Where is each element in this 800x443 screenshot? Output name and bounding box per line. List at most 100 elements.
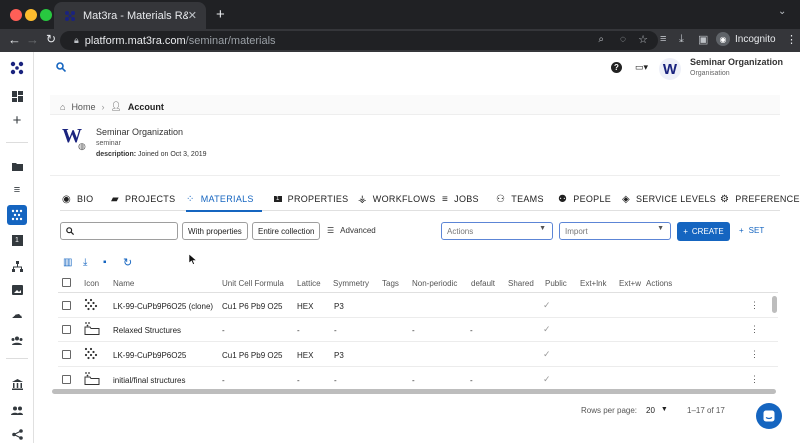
- rows-per-page-select[interactable]: 20 ▼: [646, 406, 668, 415]
- tab-service-levels[interactable]: ◈ SERVICE LEVELS: [622, 187, 716, 211]
- share-icon[interactable]: [9, 426, 25, 442]
- import-placeholder: Import: [565, 226, 588, 236]
- terminal-menu-icon[interactable]: ▭▾: [635, 62, 648, 73]
- th-unit-cell-formula[interactable]: Unit Cell Formula: [222, 279, 284, 288]
- zoom-icon[interactable]: ⌕: [598, 34, 604, 45]
- download-icon[interactable]: ⤓: [83, 257, 87, 268]
- row-menu-icon[interactable]: ⋮: [750, 374, 759, 385]
- table-row[interactable]: LK-99-CuPb9P6O25 (clone) Cu1 P6 Pb9 O25 …: [58, 294, 778, 318]
- th-name[interactable]: Name: [113, 279, 134, 288]
- tab-jobs[interactable]: ≡ JOBS: [442, 187, 479, 211]
- th-actions[interactable]: Actions: [646, 279, 672, 288]
- tab-bio[interactable]: ◉ BIO: [62, 187, 93, 211]
- actions-select[interactable]: Actions ▼: [441, 222, 553, 240]
- row-checkbox[interactable]: [62, 301, 71, 310]
- properties-nav-icon[interactable]: 1: [9, 232, 25, 248]
- reload-button[interactable]: ↻: [46, 32, 56, 46]
- th-symmetry[interactable]: Symmetry: [333, 279, 369, 288]
- th-shared[interactable]: Shared: [508, 279, 534, 288]
- row-checkbox[interactable]: [62, 375, 71, 384]
- back-button[interactable]: ←: [8, 32, 21, 47]
- materials-search-input[interactable]: [60, 222, 178, 240]
- th-lattice[interactable]: Lattice: [297, 279, 321, 288]
- teams-nav-icon[interactable]: [9, 332, 25, 348]
- save-icon[interactable]: ▪: [103, 257, 107, 268]
- th-tags[interactable]: Tags: [382, 279, 399, 288]
- cell-name[interactable]: initial/final structures: [113, 376, 185, 385]
- advanced-filter-button[interactable]: ☰ Advanced: [327, 226, 376, 235]
- chat-support-button[interactable]: [756, 403, 782, 429]
- bookmark-star-icon[interactable]: ☆: [638, 33, 648, 46]
- th-ext-w[interactable]: Ext+w: [619, 279, 643, 288]
- projects-folder-icon[interactable]: [9, 158, 25, 174]
- create-button[interactable]: + CREATE: [677, 222, 730, 241]
- mat3ra-logo-icon[interactable]: [9, 60, 25, 76]
- materials-nav-icon[interactable]: [7, 205, 27, 225]
- tab-teams[interactable]: ⚇ TEAMS: [496, 187, 544, 211]
- cell-name[interactable]: LK-99-CuPb9P6O25: [113, 351, 186, 360]
- image-icon[interactable]: [9, 282, 25, 298]
- row-checkbox[interactable]: [62, 325, 71, 334]
- cloud-upload-icon[interactable]: ☁: [9, 306, 25, 322]
- browser-chrome: Mat3ra - Materials R&D Cloud ✕ + ⌄ ← → ↻…: [0, 0, 800, 52]
- table-row[interactable]: initial/final structures - - - - - ✓ ⋮: [58, 368, 778, 388]
- browser-tab[interactable]: Mat3ra - Materials R&D Cloud ✕: [54, 2, 206, 29]
- tab-preferences[interactable]: ⚙ PREFERENCES: [720, 187, 800, 211]
- eye-slash-icon[interactable]: ◌: [620, 34, 626, 45]
- vertical-scrollbar[interactable]: [772, 296, 777, 313]
- row-menu-icon[interactable]: ⋮: [750, 300, 759, 311]
- set-button[interactable]: + SET: [739, 226, 764, 235]
- select-all-checkbox[interactable]: [62, 278, 71, 287]
- workflows-nav-icon[interactable]: [9, 258, 25, 274]
- row-checkbox[interactable]: [62, 350, 71, 359]
- table-row[interactable]: Relaxed Structures - - - - - ✓ ⋮: [58, 318, 778, 342]
- org-avatar[interactable]: W: [659, 58, 681, 80]
- th-non-periodic[interactable]: Non-periodic: [412, 279, 457, 288]
- new-tab-button[interactable]: +: [216, 6, 225, 23]
- filter-sliders-icon: ☰: [327, 226, 335, 235]
- tab-workflows[interactable]: ⚶ WORKFLOWS: [358, 187, 436, 211]
- tab-properties[interactable]: 1 PROPERTIES: [274, 187, 349, 211]
- close-tab-icon[interactable]: ✕: [188, 9, 197, 22]
- close-window-button[interactable]: [10, 9, 22, 21]
- columns-icon[interactable]: ▥: [63, 257, 72, 268]
- cell-name[interactable]: LK-99-CuPb9P6O25 (clone): [113, 302, 213, 311]
- search-icon[interactable]: [56, 62, 67, 75]
- entire-collection-button[interactable]: Entire collection: [252, 222, 321, 240]
- people-nav-icon[interactable]: [9, 402, 25, 418]
- cell-formula: -: [222, 326, 225, 335]
- help-icon[interactable]: ?: [611, 62, 622, 73]
- th-default[interactable]: default: [471, 279, 495, 288]
- maximize-window-button[interactable]: [40, 9, 52, 21]
- tab-people[interactable]: ⚉ PEOPLE: [558, 187, 611, 211]
- tab-materials[interactable]: ⁘ MATERIALS: [186, 187, 254, 211]
- th-icon[interactable]: Icon: [84, 279, 99, 288]
- horizontal-scrollbar[interactable]: [52, 389, 776, 394]
- row-menu-icon[interactable]: ⋮: [750, 324, 759, 335]
- sidepanel-icon[interactable]: ▣: [698, 33, 708, 46]
- add-icon[interactable]: +: [9, 112, 25, 129]
- import-select[interactable]: Import ▼: [559, 222, 671, 240]
- tab-jobs-label: JOBS: [454, 194, 479, 204]
- breadcrumb-home[interactable]: Home: [71, 102, 95, 112]
- tab-search-icon[interactable]: ⌄: [778, 6, 786, 17]
- download-icon[interactable]: ⤓: [679, 33, 684, 46]
- th-public[interactable]: Public: [545, 279, 567, 288]
- th-ext-lnk[interactable]: Ext+lnk: [580, 279, 606, 288]
- browser-menu-icon[interactable]: ⋮: [786, 33, 797, 46]
- forward-button[interactable]: →: [26, 32, 39, 47]
- minimize-window-button[interactable]: [25, 9, 37, 21]
- table-row[interactable]: LK-99-CuPb9P6O25 Cu1 P6 Pb9 O25 HEX P3 ✓…: [58, 343, 778, 367]
- address-bar[interactable]: 🔒︎ platform.mat3ra.com/seminar/materials…: [60, 31, 658, 50]
- row-menu-icon[interactable]: ⋮: [750, 349, 759, 360]
- refresh-icon[interactable]: ↻: [123, 256, 132, 269]
- dashboard-icon[interactable]: [9, 88, 25, 104]
- reading-list-icon[interactable]: ≡: [660, 33, 666, 45]
- org-name[interactable]: Seminar Organization: [690, 57, 783, 67]
- cell-name[interactable]: Relaxed Structures: [113, 326, 181, 335]
- set-folder-icon: [84, 371, 100, 387]
- tab-projects[interactable]: ▰ PROJECTS: [111, 187, 175, 211]
- jobs-list-icon[interactable]: ≡: [9, 182, 25, 198]
- with-properties-button[interactable]: With properties: [182, 222, 248, 240]
- bank-icon[interactable]: [9, 376, 25, 392]
